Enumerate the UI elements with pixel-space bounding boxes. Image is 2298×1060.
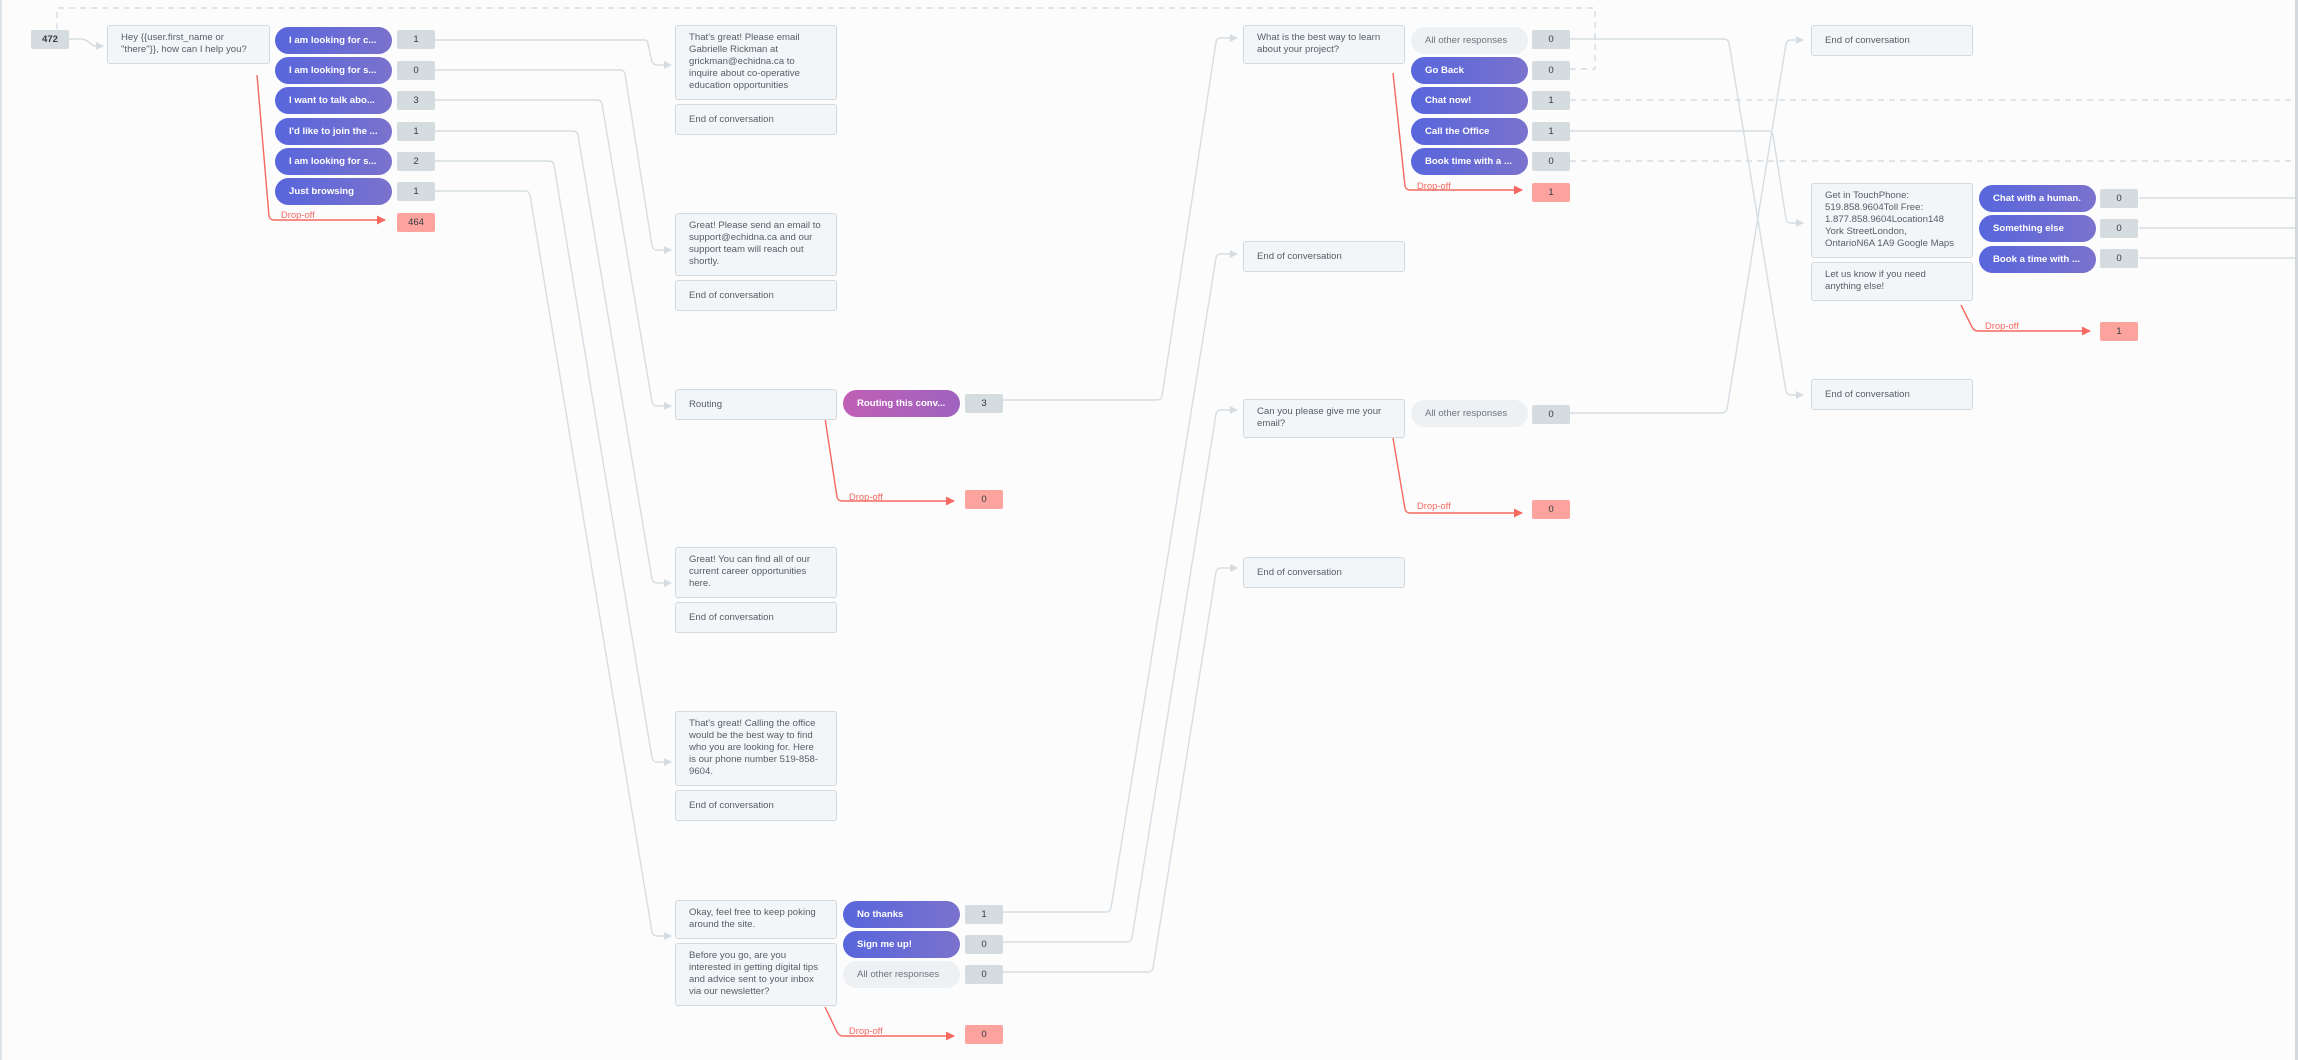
sign-me-up-option[interactable]: Sign me up!: [843, 931, 960, 958]
greeting-option-1-count: 1: [397, 30, 435, 49]
greeting-option-4[interactable]: I'd like to join the ...: [275, 118, 392, 145]
email-question-node[interactable]: Can you please give me your email?: [1243, 399, 1405, 438]
email-other-option[interactable]: All other responses: [1411, 400, 1528, 427]
browsing-other-option[interactable]: All other responses: [843, 961, 960, 988]
go-back-count: 0: [1532, 61, 1570, 80]
connector-start: [69, 38, 104, 50]
dropoff-line-routing: [824, 417, 955, 506]
end-conversation-node-d[interactable]: End of conversation: [1811, 379, 1973, 410]
greeting-option-5-count: 2: [397, 152, 435, 171]
greeting-message-node[interactable]: Hey {{user.first_name or "there"}}, how …: [107, 25, 270, 64]
touch-dropoff-label: Drop-off: [1985, 320, 2019, 331]
flow-canvas[interactable]: 472 Hey {{user.first_name or "there"}}, …: [0, 0, 2298, 1060]
greeting-dropoff-count: 464: [397, 213, 435, 232]
routing-option[interactable]: Routing this conv...: [843, 390, 960, 417]
project-dropoff-count: 1: [1532, 183, 1570, 202]
connector-other-browse: [1003, 564, 1238, 973]
connector-sign-me-up: [1003, 406, 1238, 943]
office-end-node[interactable]: End of conversation: [675, 790, 837, 821]
chat-now-option[interactable]: Chat now!: [1411, 87, 1528, 114]
greeting-option-3[interactable]: I want to talk abo...: [275, 87, 392, 114]
routing-dropoff-label: Drop-off: [849, 491, 883, 502]
careers-message-node[interactable]: Great! You can find all of our current c…: [675, 547, 837, 598]
project-other-option[interactable]: All other responses: [1411, 27, 1528, 54]
something-else-count: 0: [2100, 219, 2138, 238]
browsing-dropoff-label: Drop-off: [849, 1025, 883, 1036]
anything-else-node[interactable]: Let us know if you need anything else!: [1811, 262, 1973, 301]
end-conversation-node-a[interactable]: End of conversation: [1243, 241, 1405, 272]
project-dropoff-label: Drop-off: [1417, 180, 1451, 191]
browsing-other-count: 0: [965, 965, 1003, 984]
something-else-option[interactable]: Something else: [1979, 215, 2096, 242]
dropoff-line-browsing: [824, 1006, 955, 1041]
connector-email-other: [1570, 36, 1804, 414]
greeting-option-2[interactable]: I am looking for s...: [275, 57, 392, 84]
email-dropoff-label: Drop-off: [1417, 500, 1451, 511]
greeting-option-2-count: 0: [397, 61, 435, 80]
connector-routing: [1003, 34, 1238, 401]
connector-opt3: [435, 99, 672, 410]
connector-opt2: [435, 69, 672, 254]
support-message-node[interactable]: Great! Please send an email to support@e…: [675, 213, 837, 276]
coop-message-node[interactable]: That's great! Please email Gabrielle Ric…: [675, 25, 837, 100]
coop-end-node[interactable]: End of conversation: [675, 104, 837, 135]
chat-now-count: 1: [1532, 91, 1570, 110]
book-time-option[interactable]: Book time with a ...: [1411, 148, 1528, 175]
get-in-touch-node[interactable]: Get in TouchPhone: 519.858.9604Toll Free…: [1811, 183, 1973, 258]
email-other-count: 0: [1532, 405, 1570, 424]
browsing-message-node[interactable]: Okay, feel free to keep poking around th…: [675, 900, 837, 939]
dropoff-line-email: [1392, 437, 1523, 518]
no-thanks-option[interactable]: No thanks: [843, 901, 960, 928]
routing-node[interactable]: Routing: [675, 389, 837, 420]
project-question-node[interactable]: What is the best way to learn about your…: [1243, 25, 1405, 64]
end-conversation-node-c[interactable]: End of conversation: [1811, 25, 1973, 56]
go-back-option[interactable]: Go Back: [1411, 57, 1528, 84]
connector-opt4: [435, 130, 672, 587]
call-office-count: 1: [1532, 122, 1570, 141]
greeting-option-1[interactable]: I am looking for c...: [275, 27, 392, 54]
greeting-option-3-count: 3: [397, 91, 435, 110]
browsing-dropoff-count: 0: [965, 1025, 1003, 1044]
greeting-dropoff-label: Drop-off: [281, 209, 315, 220]
support-end-node[interactable]: End of conversation: [675, 280, 837, 311]
connector-opt5: [435, 160, 672, 766]
greeting-option-4-count: 1: [397, 122, 435, 141]
connector-project-other: [1570, 38, 1804, 399]
greeting-option-6[interactable]: Just browsing: [275, 178, 392, 205]
chat-human-option[interactable]: Chat with a human.: [1979, 185, 2096, 212]
sign-me-up-count: 0: [965, 935, 1003, 954]
entry-count-badge: 472: [31, 30, 69, 49]
routing-dropoff-count: 0: [965, 490, 1003, 509]
office-message-node[interactable]: That's great! Calling the office would b…: [675, 711, 837, 786]
dropoff-line-touch: [1960, 304, 2091, 336]
greeting-option-5[interactable]: I am looking for s...: [275, 148, 392, 175]
project-other-count: 0: [1532, 30, 1570, 49]
chat-human-count: 0: [2100, 189, 2138, 208]
canvas-left-border: [0, 0, 2, 1060]
end-conversation-node-b[interactable]: End of conversation: [1243, 557, 1405, 588]
connector-no-thanks: [1003, 250, 1238, 913]
greeting-option-6-count: 1: [397, 182, 435, 201]
connector-call-office: [1570, 130, 1804, 227]
connector-opt6: [435, 190, 672, 940]
call-office-option[interactable]: Call the Office: [1411, 118, 1528, 145]
connector-opt1: [435, 39, 672, 69]
email-dropoff-count: 0: [1532, 500, 1570, 519]
routing-option-count: 3: [965, 394, 1003, 413]
book-a-time-count: 0: [2100, 249, 2138, 268]
careers-end-node[interactable]: End of conversation: [675, 602, 837, 633]
newsletter-question-node[interactable]: Before you go, are you interested in get…: [675, 943, 837, 1006]
touch-dropoff-count: 1: [2100, 322, 2138, 341]
no-thanks-count: 1: [965, 905, 1003, 924]
book-a-time-option[interactable]: Book a time with ...: [1979, 246, 2096, 273]
book-time-count: 0: [1532, 152, 1570, 171]
